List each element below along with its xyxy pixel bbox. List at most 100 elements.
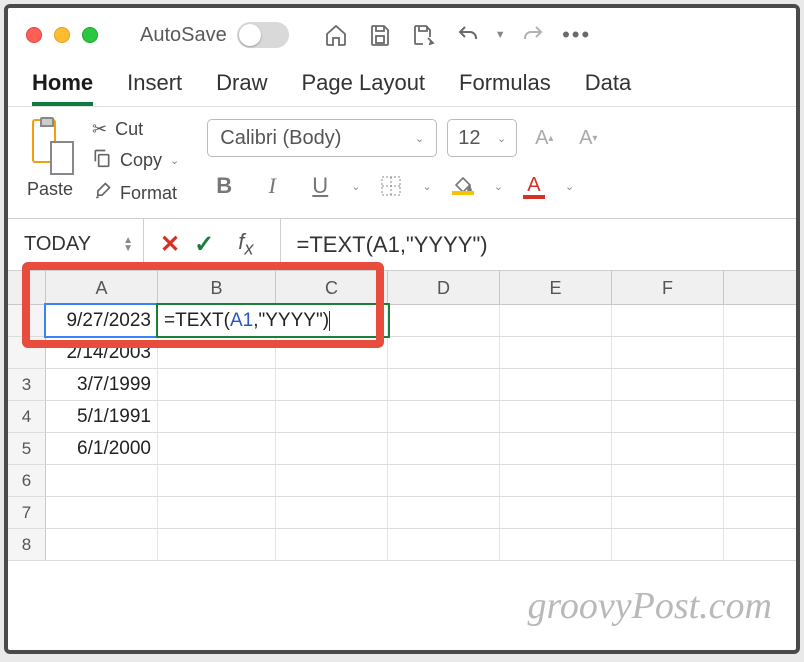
row-header[interactable] bbox=[8, 337, 46, 368]
col-header-c[interactable]: C bbox=[276, 271, 388, 304]
zoom-button[interactable] bbox=[82, 27, 98, 43]
enter-icon[interactable]: ✓ bbox=[194, 230, 214, 259]
cell[interactable] bbox=[500, 497, 612, 528]
fill-color-button[interactable] bbox=[446, 169, 480, 203]
border-button[interactable] bbox=[374, 169, 408, 203]
cell[interactable] bbox=[388, 465, 500, 496]
cell[interactable] bbox=[388, 401, 500, 432]
cell[interactable] bbox=[388, 497, 500, 528]
chevron-down-icon[interactable]: ⌄ bbox=[422, 180, 431, 193]
cell[interactable] bbox=[612, 305, 724, 336]
col-header-d[interactable]: D bbox=[388, 271, 500, 304]
cell[interactable] bbox=[500, 465, 612, 496]
col-header-b[interactable]: B bbox=[158, 271, 276, 304]
cell[interactable]: 2/14/2003 bbox=[46, 337, 158, 368]
undo-icon[interactable] bbox=[451, 18, 485, 52]
cell[interactable] bbox=[500, 337, 612, 368]
cell[interactable]: 3/7/1999 bbox=[46, 369, 158, 400]
copy-button[interactable]: Copy ⌄ bbox=[92, 148, 179, 173]
cell[interactable] bbox=[276, 401, 388, 432]
cell[interactable] bbox=[388, 529, 500, 560]
paste-icon[interactable] bbox=[26, 119, 74, 175]
row-header[interactable]: 6 bbox=[8, 465, 46, 496]
row-header[interactable]: 4 bbox=[8, 401, 46, 432]
cell[interactable] bbox=[612, 401, 724, 432]
home-icon[interactable] bbox=[319, 18, 353, 52]
row-header[interactable] bbox=[8, 305, 46, 336]
close-button[interactable] bbox=[26, 27, 42, 43]
cell[interactable]: 5/1/1991 bbox=[46, 401, 158, 432]
chevron-down-icon[interactable]: ⌄ bbox=[494, 180, 503, 193]
cell[interactable] bbox=[158, 337, 276, 368]
name-box[interactable]: TODAY ▲▼ bbox=[8, 219, 144, 271]
cell[interactable] bbox=[276, 433, 388, 464]
cell[interactable] bbox=[612, 337, 724, 368]
cell[interactable] bbox=[276, 369, 388, 400]
redo-icon[interactable] bbox=[516, 18, 550, 52]
cut-button[interactable]: ✂ Cut bbox=[92, 119, 179, 140]
tab-home[interactable]: Home bbox=[32, 70, 93, 106]
more-icon[interactable]: ••• bbox=[560, 18, 594, 52]
tab-page-layout[interactable]: Page Layout bbox=[302, 70, 426, 106]
cell[interactable] bbox=[276, 529, 388, 560]
tab-insert[interactable]: Insert bbox=[127, 70, 182, 106]
font-color-button[interactable]: A bbox=[517, 169, 551, 203]
cell[interactable] bbox=[46, 497, 158, 528]
font-name-select[interactable]: Calibri (Body) ⌄ bbox=[207, 119, 437, 157]
minimize-button[interactable] bbox=[54, 27, 70, 43]
cell[interactable] bbox=[500, 529, 612, 560]
cell[interactable] bbox=[158, 433, 276, 464]
cell[interactable] bbox=[612, 497, 724, 528]
cell[interactable] bbox=[276, 465, 388, 496]
increase-font-icon[interactable]: A▴ bbox=[527, 119, 561, 157]
bold-button[interactable]: B bbox=[207, 169, 241, 203]
cell[interactable] bbox=[276, 337, 388, 368]
tab-data[interactable]: Data bbox=[585, 70, 631, 106]
col-header-a[interactable]: A bbox=[46, 271, 158, 304]
decrease-font-icon[interactable]: A▾ bbox=[571, 119, 605, 157]
name-box-stepper[interactable]: ▲▼ bbox=[123, 237, 133, 253]
row-header[interactable]: 8 bbox=[8, 529, 46, 560]
cell[interactable] bbox=[388, 305, 500, 336]
cell[interactable] bbox=[276, 497, 388, 528]
tab-formulas[interactable]: Formulas bbox=[459, 70, 551, 106]
cell[interactable] bbox=[612, 369, 724, 400]
cell[interactable] bbox=[612, 433, 724, 464]
cell[interactable] bbox=[158, 401, 276, 432]
tab-draw[interactable]: Draw bbox=[216, 70, 267, 106]
cell-b1-editing[interactable]: =TEXT(A1,"YYYY") bbox=[158, 305, 388, 336]
row-header[interactable]: 3 bbox=[8, 369, 46, 400]
cell[interactable] bbox=[46, 465, 158, 496]
row-header[interactable]: 5 bbox=[8, 433, 46, 464]
cell[interactable] bbox=[612, 529, 724, 560]
cell[interactable] bbox=[158, 465, 276, 496]
cell[interactable] bbox=[158, 497, 276, 528]
cell[interactable] bbox=[500, 401, 612, 432]
cell[interactable] bbox=[46, 529, 158, 560]
autosave-toggle[interactable] bbox=[237, 22, 289, 48]
fx-icon[interactable]: fx bbox=[228, 229, 263, 259]
chevron-down-icon[interactable]: ⌄ bbox=[565, 180, 574, 193]
underline-button[interactable]: U bbox=[303, 169, 337, 203]
cell[interactable]: 6/1/2000 bbox=[46, 433, 158, 464]
select-all-corner[interactable] bbox=[8, 271, 46, 304]
row-header[interactable]: 7 bbox=[8, 497, 46, 528]
cell[interactable] bbox=[500, 305, 612, 336]
font-size-select[interactable]: 12 ⌄ bbox=[447, 119, 517, 157]
cell-a1[interactable]: 9/27/2023 bbox=[46, 305, 158, 336]
cell[interactable] bbox=[158, 369, 276, 400]
cell[interactable] bbox=[158, 529, 276, 560]
cell[interactable] bbox=[388, 433, 500, 464]
cell[interactable] bbox=[500, 369, 612, 400]
cell[interactable] bbox=[612, 465, 724, 496]
undo-dropdown[interactable]: ▼ bbox=[495, 29, 506, 41]
format-painter-button[interactable]: Format bbox=[92, 181, 179, 206]
chevron-down-icon[interactable]: ⌄ bbox=[351, 180, 360, 193]
save-icon[interactable] bbox=[363, 18, 397, 52]
col-header-e[interactable]: E bbox=[500, 271, 612, 304]
cell[interactable] bbox=[388, 337, 500, 368]
italic-button[interactable]: I bbox=[255, 169, 289, 203]
cell[interactable] bbox=[388, 369, 500, 400]
save-edit-icon[interactable] bbox=[407, 18, 441, 52]
formula-bar-input[interactable]: =TEXT(A1,"YYYY") bbox=[280, 219, 796, 271]
